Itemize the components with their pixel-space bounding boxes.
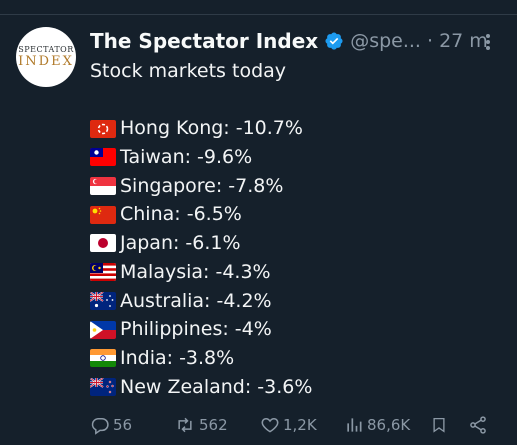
verified-badge-icon: [324, 31, 344, 51]
market-label: Japan: -6.1%: [120, 232, 241, 255]
list-item: Philippines: -4%: [90, 315, 510, 344]
list-item: Hong Kong: -10.7%: [90, 114, 510, 143]
china-flag-icon: [90, 205, 116, 224]
reply-icon: [91, 418, 109, 435]
list-item: Singapore: -7.8%: [90, 172, 510, 201]
list-item: New Zealand: -3.6%: [90, 373, 510, 402]
share-icon: [470, 416, 486, 434]
australia-flag-icon: [90, 291, 116, 310]
bookmark-icon: [433, 417, 445, 433]
like-count: 1,2K: [283, 416, 317, 434]
post-body: Stock markets today Hong Kong: -10.7% Ta…: [90, 57, 510, 401]
views-chart-icon: [347, 418, 362, 432]
market-label: India: -3.8%: [120, 346, 235, 369]
list-item: Australia: -4.2%: [90, 287, 510, 316]
heart-icon: [261, 417, 279, 433]
author-name[interactable]: The Spectator Index: [90, 29, 318, 53]
market-label: Hong Kong: -10.7%: [120, 117, 303, 140]
market-label: New Zealand: -3.6%: [120, 375, 313, 398]
repost-icon: [178, 417, 192, 433]
hong-kong-flag-icon: [90, 119, 116, 138]
market-label: Malaysia: -4.3%: [120, 260, 271, 283]
market-label: Australia: -4.2%: [120, 289, 272, 312]
repost-button[interactable]: 562: [174, 412, 228, 438]
author-handle[interactable]: @spe...: [350, 30, 421, 52]
philippines-flag-icon: [90, 320, 116, 339]
market-label: Singapore: -7.8%: [120, 174, 284, 197]
list-item: Malaysia: -4.3%: [90, 258, 510, 287]
views-button[interactable]: 86,6K: [344, 412, 410, 438]
japan-flag-icon: [90, 234, 116, 253]
list-item: Taiwan: -9.6%: [90, 143, 510, 172]
market-label: Philippines: -4%: [120, 318, 272, 341]
like-button[interactable]: 1,2K: [260, 412, 317, 438]
taiwan-flag-icon: [90, 148, 116, 167]
india-flag-icon: [90, 349, 116, 368]
share-button[interactable]: [468, 412, 488, 438]
market-label: Taiwan: -9.6%: [120, 146, 253, 169]
market-label: China: -6.5%: [120, 203, 242, 226]
reply-count: 56: [113, 416, 133, 434]
post-header: The Spectator Index @spe... · 27 m: [90, 27, 488, 55]
action-bar: 56 562 1,2K 86,6K: [90, 412, 510, 438]
avatar-text-bottom: INDEX: [18, 54, 74, 69]
avatar-text-top: SPECTATOR: [18, 45, 74, 54]
singapore-flag-icon: [90, 177, 116, 196]
malaysia-flag-icon: [90, 263, 116, 282]
list-item: India: -3.8%: [90, 344, 510, 373]
reply-button[interactable]: 56: [90, 412, 132, 438]
bookmark-button[interactable]: [430, 412, 448, 438]
views-count: 86,6K: [367, 416, 411, 434]
post-headline: Stock markets today: [90, 60, 287, 82]
avatar[interactable]: SPECTATOR INDEX: [16, 27, 76, 87]
more-options-icon[interactable]: [478, 30, 498, 54]
top-divider: [0, 14, 517, 15]
list-item: Japan: -6.1%: [90, 229, 510, 258]
list-item: China: -6.5%: [90, 200, 510, 229]
new-zealand-flag-icon: [90, 377, 116, 396]
repost-count: 562: [199, 416, 228, 434]
